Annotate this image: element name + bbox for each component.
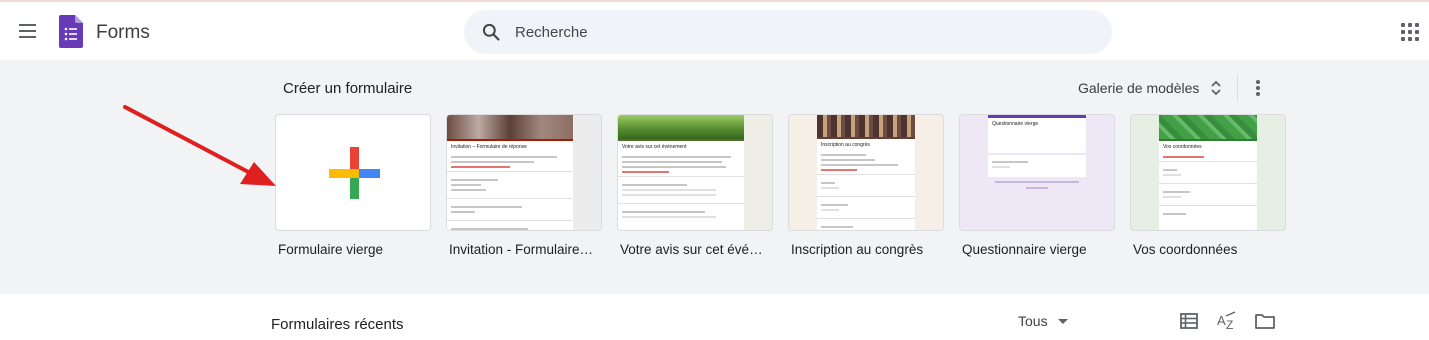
owner-filter-label: Tous xyxy=(1018,313,1048,329)
template-card-blank[interactable]: Formulaire vierge xyxy=(275,114,431,257)
template-label: Inscription au congrès xyxy=(791,242,924,257)
template-card-invitation[interactable]: Invitation – Formulaire de réponse Invit… xyxy=(446,114,602,257)
template-preview-title: Questionnaire vierge xyxy=(992,121,1039,127)
template-label: Vos coordonnées xyxy=(1133,242,1238,257)
sort-az-icon[interactable]: A Z xyxy=(1216,310,1238,332)
svg-text:A: A xyxy=(1217,313,1226,328)
template-card-blank-quiz[interactable]: Questionnaire vierge Questionnaire vierg… xyxy=(959,114,1115,257)
template-thumbnail[interactable]: Votre avis sur cet événement xyxy=(617,114,773,231)
template-thumbnail[interactable]: Questionnaire vierge xyxy=(959,114,1115,231)
app-title[interactable]: Forms xyxy=(96,22,150,44)
recent-forms-section: Formulaires récents Tous A Z xyxy=(0,294,1429,340)
dropdown-arrow-icon xyxy=(1057,318,1068,324)
svg-text:Z: Z xyxy=(1226,318,1233,332)
template-label: Questionnaire vierge xyxy=(962,242,1087,257)
list-view-icon[interactable] xyxy=(1178,310,1200,332)
recent-forms-title: Formulaires récents xyxy=(271,316,404,333)
toolbar-divider xyxy=(1237,74,1238,102)
template-preview-title: Vos coordonnées xyxy=(1163,144,1202,150)
search-icon[interactable] xyxy=(481,22,501,42)
template-thumbnail[interactable]: Invitation – Formulaire de réponse xyxy=(446,114,602,231)
template-thumbnail[interactable]: Inscription au congrès xyxy=(788,114,944,231)
template-label: Invitation - Formulaire de réponse xyxy=(449,242,596,257)
annotation-arrow-icon xyxy=(123,105,276,186)
template-gallery-section: Créer un formulaire Galerie de modèles F… xyxy=(0,60,1429,294)
google-apps-icon[interactable] xyxy=(1401,23,1419,41)
app-header: Forms xyxy=(0,2,1429,60)
template-gallery-label: Galerie de modèles xyxy=(1078,80,1200,96)
template-card-event-feedback[interactable]: Votre avis sur cet événement Votre avis … xyxy=(617,114,773,257)
template-thumbnail[interactable]: Vos coordonnées xyxy=(1130,114,1286,231)
template-preview-title: Invitation – Formulaire de réponse xyxy=(451,144,527,150)
plus-icon xyxy=(329,147,380,199)
template-thumbnail[interactable] xyxy=(275,114,431,231)
template-gallery-button[interactable]: Galerie de modèles xyxy=(1072,74,1227,102)
gallery-title: Créer un formulaire xyxy=(283,80,413,97)
main-menu-button[interactable] xyxy=(14,17,42,45)
search-bar[interactable] xyxy=(464,10,1112,54)
template-preview-title: Votre avis sur cet événement xyxy=(622,144,687,150)
template-label: Formulaire vierge xyxy=(278,242,384,257)
expand-collapse-icon xyxy=(1211,80,1222,96)
folder-icon[interactable] xyxy=(1254,310,1276,332)
search-input[interactable] xyxy=(515,10,1075,54)
template-card-contact-info[interactable]: Vos coordonnées Vos coordonnées xyxy=(1130,114,1286,257)
more-options-icon[interactable] xyxy=(1250,78,1266,98)
owner-filter-dropdown[interactable]: Tous xyxy=(1012,310,1074,332)
template-card-congress[interactable]: Inscription au congrès Inscription au co… xyxy=(788,114,944,257)
template-label: Votre avis sur cet événement xyxy=(620,242,767,257)
forms-logo-icon[interactable] xyxy=(59,15,83,48)
template-preview-title: Inscription au congrès xyxy=(821,142,870,148)
